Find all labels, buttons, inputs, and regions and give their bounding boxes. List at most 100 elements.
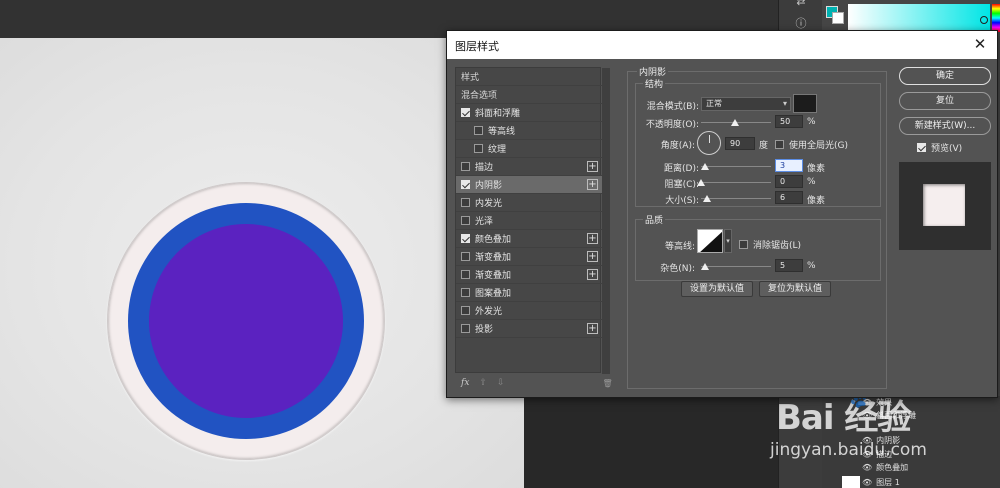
- add-effect-plus-icon[interactable]: +: [587, 269, 598, 280]
- global-light-checkbox-box[interactable]: [775, 140, 784, 149]
- layer-effect-row[interactable]: 👁 斜面和浮雕: [862, 409, 916, 421]
- noise-input[interactable]: 5: [775, 259, 803, 272]
- add-effect-plus-icon[interactable]: +: [587, 323, 598, 334]
- layer-effect-row[interactable]: 👁 内阴影: [862, 434, 900, 446]
- preview-checkbox[interactable]: 预览(V): [917, 141, 962, 154]
- style-list-item-label: 描边: [475, 163, 494, 173]
- reset-button[interactable]: 复位: [899, 92, 991, 110]
- distance-slider-track[interactable]: [701, 166, 771, 167]
- add-effect-plus-icon[interactable]: +: [587, 179, 598, 190]
- reset-default-button[interactable]: 复位为默认值: [759, 281, 831, 297]
- style-checkbox[interactable]: [461, 306, 470, 315]
- style-list-item[interactable]: 等高线: [456, 122, 602, 140]
- style-list-item[interactable]: 纹理: [456, 140, 602, 158]
- hue-spectrum-slider[interactable]: [992, 4, 1000, 32]
- layer-thumbnail[interactable]: [842, 476, 860, 488]
- style-list-item[interactable]: 颜色叠加 +: [456, 230, 602, 248]
- contour-curve-icon: [700, 231, 722, 252]
- style-checkbox[interactable]: [461, 234, 470, 243]
- distance-slider-thumb[interactable]: [701, 163, 709, 170]
- layer-effect-label: 描边: [876, 449, 893, 459]
- make-default-button[interactable]: 设置为默认值: [681, 281, 753, 297]
- style-checkbox[interactable]: [461, 252, 470, 261]
- dialog-titlebar[interactable]: 图层样式 ✕: [447, 31, 997, 59]
- style-list-item[interactable]: 光泽: [456, 212, 602, 230]
- style-list-item[interactable]: 图案叠加: [456, 284, 602, 302]
- style-list-item[interactable]: 外发光: [456, 302, 602, 320]
- choke-input[interactable]: 0: [775, 175, 803, 188]
- style-checkbox[interactable]: [474, 144, 483, 153]
- choke-slider-thumb[interactable]: [697, 179, 705, 186]
- opacity-slider-thumb[interactable]: [731, 119, 739, 126]
- eye-icon[interactable]: 👁: [862, 436, 872, 445]
- shadow-color-swatch[interactable]: [793, 94, 817, 113]
- angle-input[interactable]: 90: [725, 137, 755, 150]
- blend-mode-value: 正常: [706, 99, 722, 108]
- color-field[interactable]: [848, 4, 990, 32]
- noise-slider-thumb[interactable]: [701, 263, 709, 270]
- preview-checkbox-box[interactable]: [917, 143, 926, 152]
- style-checkbox[interactable]: [461, 324, 470, 333]
- eye-icon[interactable]: 👁: [862, 450, 872, 459]
- blend-mode-select[interactable]: 正常 ▾: [701, 97, 791, 111]
- eye-icon[interactable]: 👁: [862, 398, 872, 407]
- size-slider-track[interactable]: [701, 198, 771, 199]
- style-list-item-label: 图案叠加: [475, 289, 512, 299]
- eye-icon[interactable]: 👁: [862, 411, 872, 420]
- move-up-icon[interactable]: ⇧: [479, 378, 487, 388]
- noise-slider-track[interactable]: [701, 266, 771, 267]
- eye-icon[interactable]: 👁: [862, 463, 872, 472]
- distance-input[interactable]: 3: [775, 159, 803, 172]
- fx-icon[interactable]: fx: [461, 378, 469, 388]
- antialias-checkbox-box[interactable]: [739, 240, 748, 249]
- size-slider-thumb[interactable]: [703, 195, 711, 202]
- style-list-item[interactable]: 斜面和浮雕: [456, 104, 602, 122]
- style-checkbox[interactable]: [461, 216, 470, 225]
- background-color-swatch[interactable]: [832, 12, 844, 24]
- layer-effect-row[interactable]: 👁 描边: [862, 448, 892, 460]
- move-down-icon[interactable]: ⇩: [497, 378, 505, 388]
- chevron-down-icon: ▾: [782, 99, 787, 108]
- style-list-item[interactable]: 描边 +: [456, 158, 602, 176]
- style-list-item[interactable]: 渐变叠加 +: [456, 248, 602, 266]
- canvas-purple-circle: [149, 224, 343, 418]
- style-list-item[interactable]: 样式: [456, 68, 602, 86]
- global-light-checkbox[interactable]: 使用全局光(G): [775, 138, 848, 151]
- angle-dial[interactable]: [697, 131, 721, 155]
- style-list-item[interactable]: 内发光: [456, 194, 602, 212]
- add-effect-plus-icon[interactable]: +: [587, 233, 598, 244]
- style-list-item[interactable]: 投影 +: [456, 320, 602, 338]
- add-effect-plus-icon[interactable]: +: [587, 251, 598, 262]
- ok-button[interactable]: 确定: [899, 67, 991, 85]
- close-icon[interactable]: ✕: [971, 35, 989, 53]
- layer-row[interactable]: 👁 图层 1: [862, 476, 900, 488]
- contour-picker[interactable]: [697, 229, 723, 253]
- preview-label: 预览(V): [931, 144, 963, 154]
- layer-effect-row[interactable]: 👁 颜色叠加: [862, 461, 908, 473]
- choke-slider-track[interactable]: [701, 182, 771, 183]
- style-checkbox[interactable]: [474, 126, 483, 135]
- opacity-input[interactable]: 50: [775, 115, 803, 128]
- trash-icon[interactable]: 🗑: [603, 379, 613, 388]
- color-picker-marker[interactable]: [980, 16, 988, 24]
- style-list-item-label: 混合选项: [461, 91, 498, 101]
- style-list-item-label: 内发光: [475, 199, 503, 209]
- antialias-checkbox[interactable]: 消除锯齿(L): [739, 238, 801, 251]
- style-checkbox[interactable]: [461, 288, 470, 297]
- eye-icon[interactable]: 👁: [862, 478, 872, 487]
- style-checkbox[interactable]: [461, 198, 470, 207]
- add-effect-plus-icon[interactable]: +: [587, 161, 598, 172]
- workspace-background: [524, 398, 778, 488]
- swap-icon[interactable]: ⇄: [793, 0, 809, 10]
- style-checkbox[interactable]: [461, 162, 470, 171]
- contour-dropdown[interactable]: ▾: [724, 229, 732, 253]
- style-checkbox[interactable]: [461, 180, 470, 189]
- style-list-item[interactable]: 内阴影 +: [456, 176, 602, 194]
- style-checkbox[interactable]: [461, 108, 470, 117]
- size-input[interactable]: 6: [775, 191, 803, 204]
- style-list-item[interactable]: 混合选项: [456, 86, 602, 104]
- style-list-scrollbar[interactable]: [602, 68, 610, 374]
- style-list-item[interactable]: 渐变叠加 +: [456, 266, 602, 284]
- style-checkbox[interactable]: [461, 270, 470, 279]
- new-style-button[interactable]: 新建样式(W)...: [899, 117, 991, 135]
